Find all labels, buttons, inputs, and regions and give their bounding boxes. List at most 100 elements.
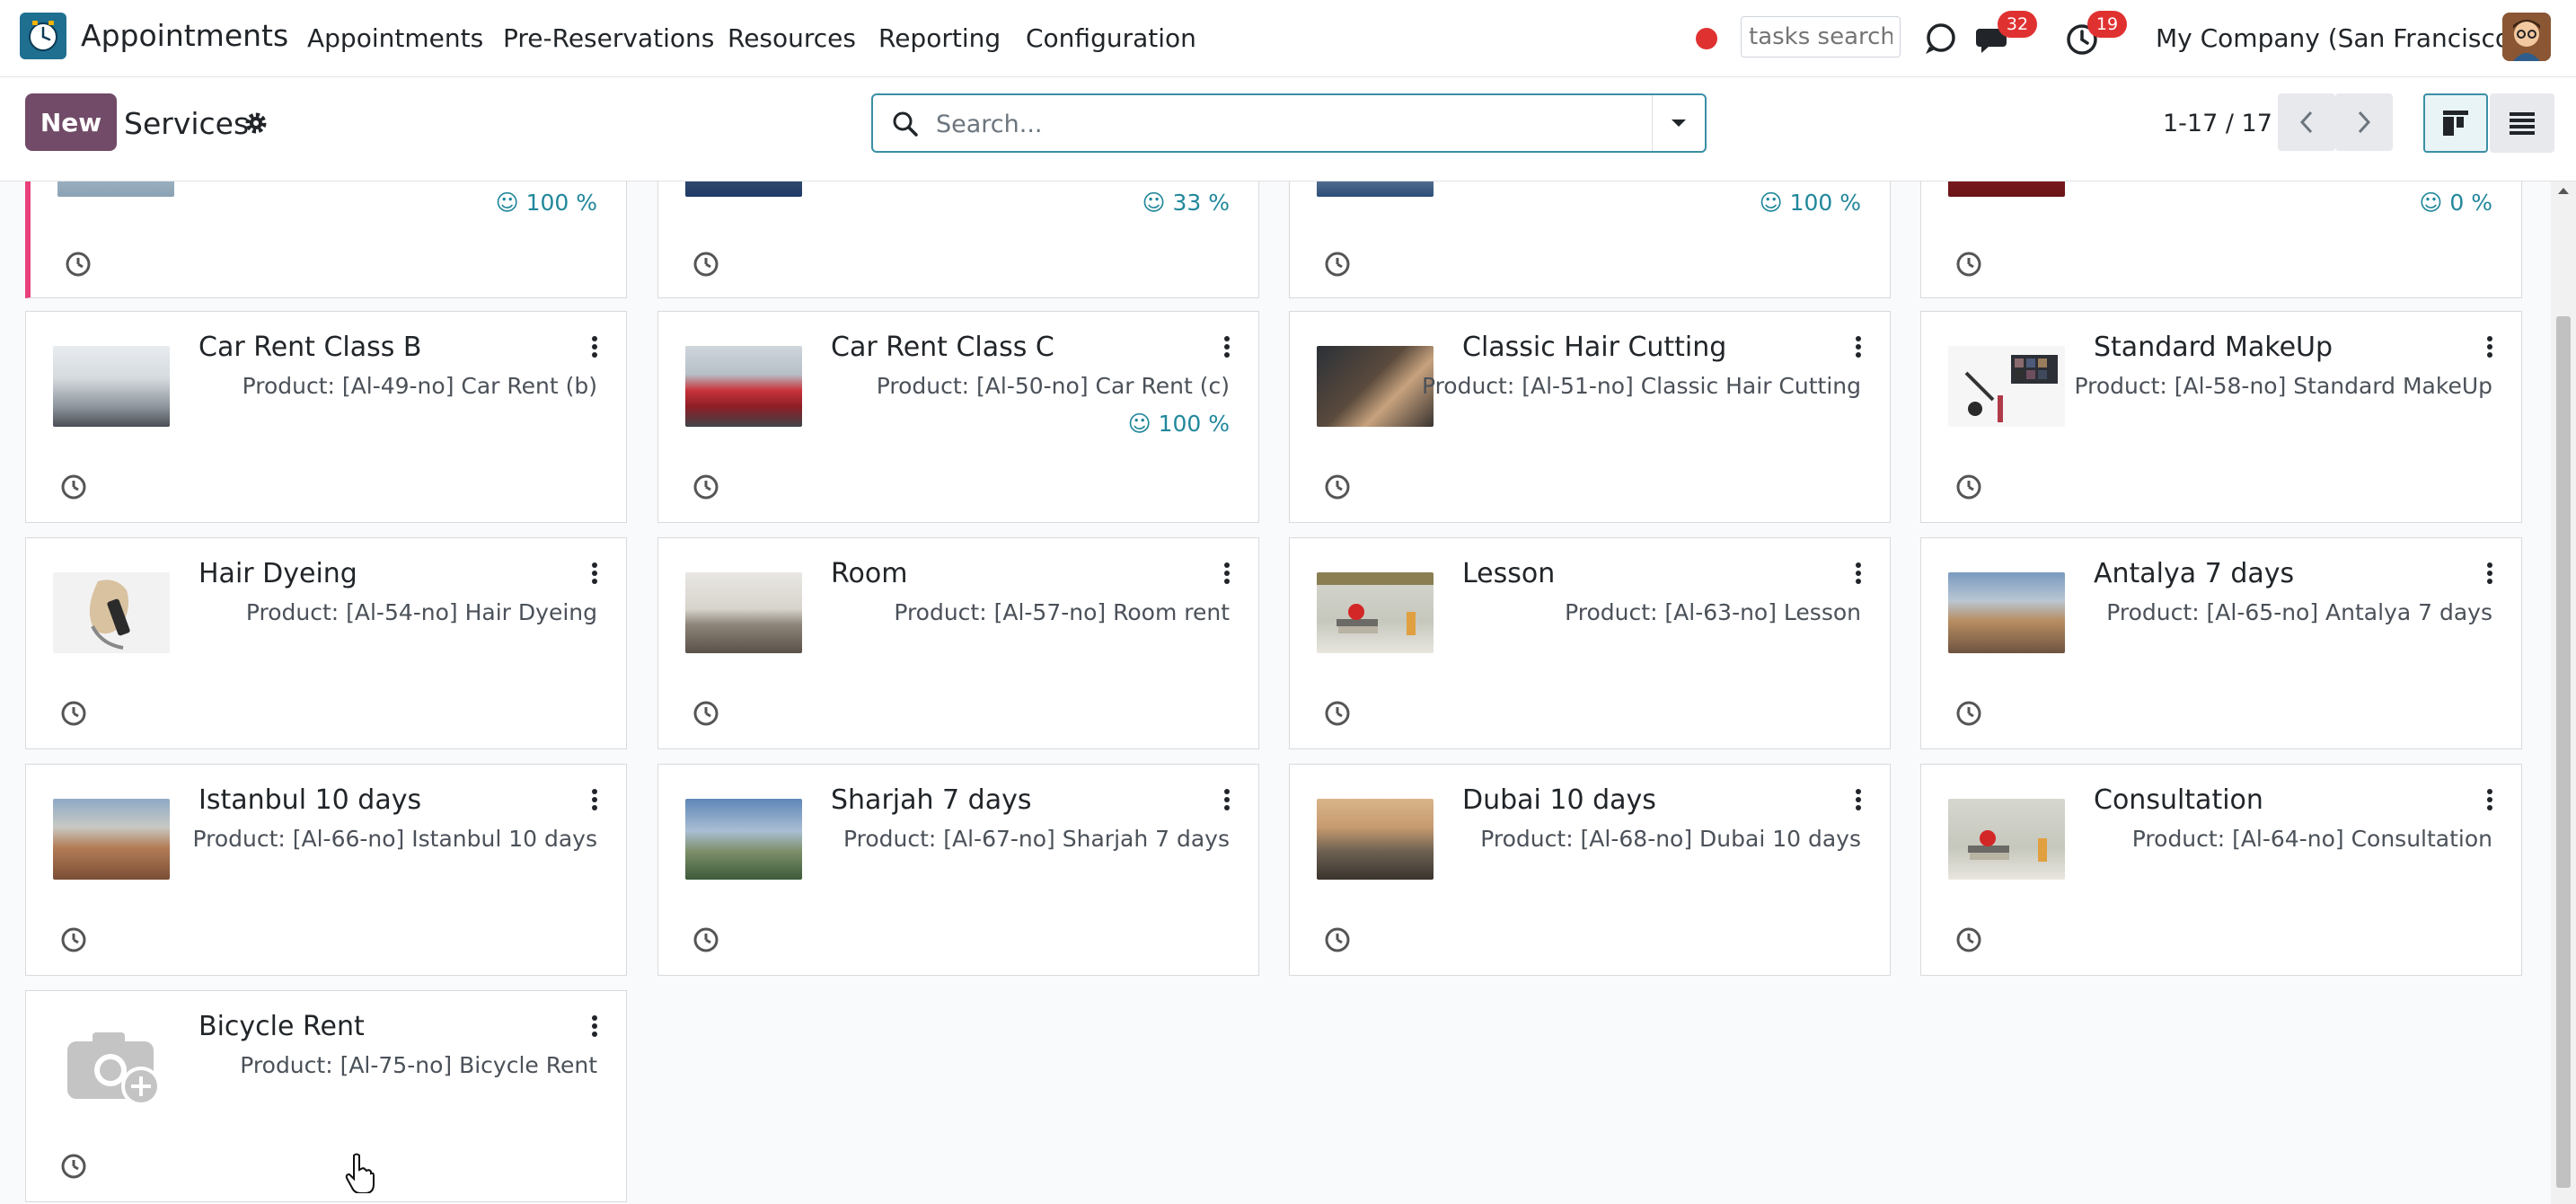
user-avatar[interactable] <box>2502 13 2551 61</box>
more-options-icon[interactable] <box>1854 788 1863 811</box>
menu-configuration[interactable]: Configuration <box>1026 23 1196 53</box>
service-image <box>53 572 170 653</box>
chevron-left-icon <box>2299 111 2313 134</box>
clock-icon[interactable] <box>60 1153 87 1180</box>
new-button[interactable]: New <box>25 93 117 151</box>
chat-bubble-icon[interactable] <box>1920 20 1960 59</box>
search-input[interactable] <box>934 104 1620 144</box>
kanban-card[interactable]: Istanbul 10 days Product: [Al-66-no] Ist… <box>25 764 627 976</box>
more-options-icon[interactable] <box>590 788 599 811</box>
more-options-icon[interactable] <box>1222 788 1231 811</box>
gear-icon[interactable] <box>243 110 269 137</box>
more-options-icon[interactable] <box>590 335 599 359</box>
service-image <box>685 799 802 880</box>
top-navbar: Appointments Appointments Pre-Reservatio… <box>0 0 2576 77</box>
clock-icon[interactable] <box>60 926 87 953</box>
app-name[interactable]: Appointments <box>81 18 288 53</box>
clock-icon[interactable] <box>693 251 719 278</box>
kanban-card[interactable]: ☺ 33 % <box>657 181 1259 298</box>
clock-icon[interactable] <box>1324 474 1351 500</box>
product-label: Product: [Al-58-no] Standard MakeUp <box>2074 373 2493 399</box>
company-switcher[interactable]: My Company (San Francisco) <box>2156 23 2520 53</box>
rating-label: ☺ 0 % <box>2419 190 2492 216</box>
clock-icon[interactable] <box>1955 251 1982 278</box>
rating-label: ☺ 100 % <box>495 190 597 216</box>
tasks-search-input[interactable] <box>1741 16 1901 58</box>
camera-add-icon[interactable] <box>53 1025 170 1106</box>
kanban-card[interactable]: Standard MakeUp Product: [Al-58-no] Stan… <box>1920 311 2522 523</box>
kanban-card[interactable]: Lesson Product: [Al-63-no] Lesson <box>1289 537 1891 749</box>
clock-icon[interactable] <box>65 251 92 278</box>
product-label: Product: [Al-57-no] Room rent <box>894 599 1230 625</box>
kanban-card[interactable]: Antalya 7 days Product: [Al-65-no] Antal… <box>1920 537 2522 749</box>
clock-icon[interactable] <box>1955 926 1982 953</box>
kanban-view-button[interactable] <box>2423 93 2488 153</box>
kanban-card[interactable]: ☺ 0 % <box>1920 181 2522 298</box>
kanban-card[interactable]: Consultation Product: [Al-64-no] Consult… <box>1920 764 2522 976</box>
more-options-icon[interactable] <box>1854 562 1863 585</box>
vertical-scrollbar[interactable] <box>2551 181 2576 1204</box>
clock-icon[interactable] <box>693 700 719 727</box>
clock-icon[interactable] <box>1324 251 1351 278</box>
record-indicator-icon[interactable] <box>1696 28 1717 49</box>
product-label: Product: [Al-75-no] Bicycle Rent <box>240 1052 597 1078</box>
kanban-card[interactable]: Room Product: [Al-57-no] Room rent <box>657 537 1259 749</box>
product-label: Product: [Al-64-no] Consultation <box>2131 826 2492 852</box>
activities-clock-icon[interactable]: 19 <box>2064 11 2127 59</box>
product-label: Product: [Al-50-no] Car Rent (c) <box>876 373 1230 399</box>
menu-pre-reservations[interactable]: Pre-Reservations <box>503 23 714 53</box>
service-image <box>57 181 174 197</box>
clock-icon[interactable] <box>60 474 87 500</box>
kanban-card[interactable]: Sharjah 7 days Product: [Al-67-no] Sharj… <box>657 764 1259 976</box>
kanban-card[interactable]: Bicycle Rent Product: [Al-75-no] Bicycle… <box>25 990 627 1202</box>
clock-icon[interactable] <box>1955 700 1982 727</box>
more-options-icon[interactable] <box>2485 335 2494 359</box>
more-options-icon[interactable] <box>2485 562 2494 585</box>
clock-icon[interactable] <box>693 474 719 500</box>
menu-appointments[interactable]: Appointments <box>307 23 483 53</box>
clock-icon[interactable] <box>1955 474 1982 500</box>
kanban-card[interactable]: ☺ 100 % <box>1289 181 1891 298</box>
clock-icon[interactable] <box>1324 700 1351 727</box>
more-options-icon[interactable] <box>590 562 599 585</box>
more-options-icon[interactable] <box>1222 335 1231 359</box>
service-name: Lesson <box>1462 558 1556 589</box>
messages-icon[interactable]: 32 <box>1974 11 2037 59</box>
appointments-app-icon[interactable] <box>20 13 66 59</box>
kanban-card[interactable]: Dubai 10 days Product: [Al-68-no] Dubai … <box>1289 764 1891 976</box>
kanban-view: ☺ 100 % ☺ 33 % ☺ 100 % ☺ 0 % Car Rent Cl… <box>0 181 2551 1204</box>
kanban-card[interactable]: Car Rent Class B Product: [Al-49-no] Car… <box>25 311 627 523</box>
menu-reporting[interactable]: Reporting <box>878 23 1001 53</box>
service-name: Istanbul 10 days <box>198 784 422 816</box>
scrollbar-thumb[interactable] <box>2556 316 2571 1188</box>
clock-icon[interactable] <box>60 700 87 727</box>
list-view-button[interactable] <box>2490 93 2554 153</box>
product-label: Product: [Al-63-no] Lesson <box>1565 599 1861 625</box>
kanban-view-icon <box>2443 111 2468 136</box>
search-bar <box>871 93 1707 153</box>
kanban-card[interactable]: Classic Hair Cutting Product: [Al-51-no]… <box>1289 311 1891 523</box>
pager-value[interactable]: 1-17 / 17 <box>2163 110 2272 137</box>
more-options-icon[interactable] <box>590 1014 599 1038</box>
search-icon <box>891 110 920 138</box>
kanban-card[interactable]: ☺ 100 % <box>25 181 627 298</box>
kanban-card[interactable]: Hair Dyeing Product: [Al-54-no] Hair Dye… <box>25 537 627 749</box>
scroll-up-arrow-icon[interactable] <box>2551 181 2576 199</box>
kanban-card[interactable]: Car Rent Class C Product: [Al-50-no] Car… <box>657 311 1259 523</box>
messages-badge: 32 <box>1998 11 2037 38</box>
service-image <box>53 799 170 880</box>
product-label: Product: [Al-68-no] Dubai 10 days <box>1480 826 1861 852</box>
pager-previous-button[interactable] <box>2278 93 2335 151</box>
smile-icon: ☺ <box>1127 411 1151 437</box>
clock-icon[interactable] <box>1324 926 1351 953</box>
search-options-toggle[interactable] <box>1652 95 1705 151</box>
more-options-icon[interactable] <box>1222 562 1231 585</box>
chevron-down-icon <box>1672 120 1686 127</box>
smile-icon: ☺ <box>2419 190 2443 216</box>
clock-icon[interactable] <box>693 926 719 953</box>
more-options-icon[interactable] <box>1854 335 1863 359</box>
pager-next-button[interactable] <box>2335 93 2393 151</box>
more-options-icon[interactable] <box>2485 788 2494 811</box>
menu-resources[interactable]: Resources <box>728 23 856 53</box>
product-label: Product: [Al-65-no] Antalya 7 days <box>2106 599 2492 625</box>
